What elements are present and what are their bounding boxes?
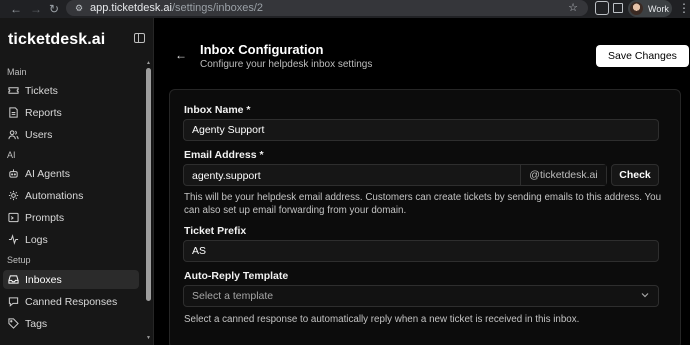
main-content: ← Inbox Configuration Configure your hel… [155,18,690,345]
browser-menu-icon[interactable]: ⋮ [678,1,690,15]
sidebar-item-inboxes[interactable]: Inboxes [3,270,139,289]
address-bar[interactable]: ⚙ app.ticketdesk.ai/settings/inboxes/2 ☆ [66,0,588,16]
sidebar-item-label: Logs [25,233,48,246]
sidebar-item-label: Inboxes [25,273,62,286]
site-info-icon[interactable]: ⚙ [74,3,84,13]
sidebar-item-reports[interactable]: Reports [3,103,139,122]
bot-icon [7,168,19,180]
scroll-down-arrow[interactable]: ▼ [145,335,152,341]
chevron-down-icon [641,293,649,298]
back-arrow-icon[interactable]: ← [175,48,187,62]
sidebar-item-ai-agents[interactable]: AI Agents [3,164,139,183]
email-help-text: This will be your helpdesk email address… [184,192,662,216]
email-address-input[interactable]: agenty.support @ticketdesk.ai [183,164,607,186]
sidebar-scrollbar[interactable] [146,68,151,301]
logs-icon [7,234,19,246]
sidebar-item-label: Prompts [25,211,65,224]
back-nav-icon[interactable]: ← [6,0,26,18]
sidebar-item-prompts[interactable]: Prompts [3,208,139,227]
sidebar-item-label: Automations [25,189,84,202]
auto-reply-help-text: Select a canned response to automaticall… [184,314,580,325]
sidebar-item-users[interactable]: Users [3,125,139,144]
email-address-label: Email Address * [184,149,264,161]
inbox-name-input[interactable]: Agenty Support [183,119,659,141]
section-setup: Setup [7,255,31,265]
save-changes-button[interactable]: Save Changes [596,45,689,67]
page-subtitle: Configure your helpdesk inbox settings [200,59,373,70]
prompt-icon [7,212,19,224]
sidebar-item-tickets[interactable]: Tickets [3,81,139,100]
reload-icon[interactable]: ↻ [44,0,64,18]
auto-reply-select[interactable]: Select a template [183,285,659,307]
inbox-icon [7,274,19,286]
ticket-prefix-label: Ticket Prefix [184,225,247,237]
sidebar-item-logs[interactable]: Logs [3,230,139,249]
inbox-settings-card: Inbox Name * Agenty Support Email Addres… [169,89,681,345]
auto-reply-label: Auto-Reply Template [184,270,289,282]
email-domain-suffix: @ticketdesk.ai [520,165,606,185]
sidebar-item-automations[interactable]: Automations [3,186,139,205]
sidebar-item-canned-responses[interactable]: Canned Responses [3,292,139,311]
email-address-value: agenty.support [192,170,261,182]
sidebar-toggle-icon[interactable] [134,33,145,43]
sidebar-item-tags[interactable]: Tags [3,314,139,333]
ticket-icon [7,85,19,97]
sidebar: ticketdesk.ai Main Tickets Reports Users… [0,18,154,345]
automation-icon [7,190,19,202]
sidebar-item-label: AI Agents [25,167,70,180]
inbox-name-label: Inbox Name * [184,104,251,116]
browser-toolbar: ← → ↻ ⚙ app.ticketdesk.ai/settings/inbox… [0,0,690,18]
extensions-icon[interactable] [595,1,609,15]
reports-icon [7,107,19,119]
sidebar-item-label: Tickets [25,84,58,97]
scroll-up-arrow[interactable]: ▲ [145,60,152,66]
tab-search-icon[interactable] [613,3,623,13]
section-ai: AI [7,150,16,160]
sidebar-item-label: Tags [25,317,48,330]
check-button[interactable]: Check [611,164,659,186]
ticket-prefix-input[interactable]: AS [183,240,659,262]
brand-logo[interactable]: ticketdesk.ai [8,31,105,49]
url-path: /settings/inboxes/2 [171,2,264,14]
profile-label: Work [648,3,669,14]
sidebar-item-label: Reports [25,106,62,119]
sidebar-item-label: Canned Responses [25,295,118,308]
tag-icon [7,318,19,330]
sidebar-item-label: Users [25,128,53,141]
profile-button[interactable]: Work [628,0,672,17]
forward-nav-icon[interactable]: → [26,0,46,18]
page-title: Inbox Configuration [200,42,324,57]
avatar [630,2,643,15]
message-icon [7,296,19,308]
url-host: app.ticketdesk.ai [90,2,172,14]
section-main: Main [7,67,27,77]
bookmark-star-icon[interactable]: ☆ [568,1,578,14]
auto-reply-placeholder: Select a template [192,290,274,302]
users-icon [7,129,19,141]
